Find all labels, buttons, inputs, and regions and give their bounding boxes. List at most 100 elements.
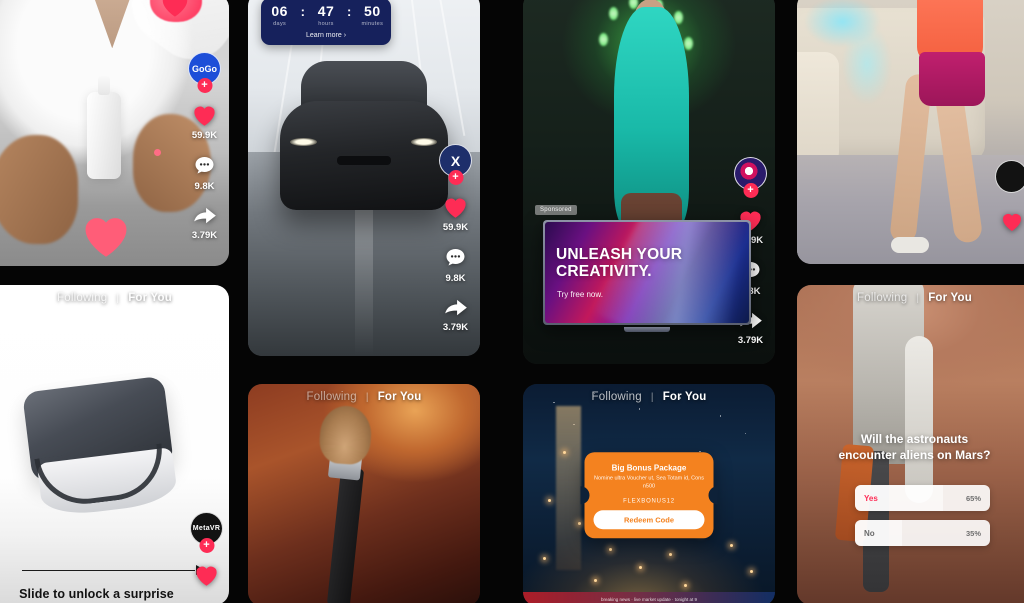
engagement-rail: GoGo + 59.9K 9.8K 3.79K bbox=[188, 52, 221, 254]
tab-for-you[interactable]: For You bbox=[663, 391, 707, 403]
slide-line bbox=[22, 570, 195, 572]
engagement-rail bbox=[995, 160, 1024, 245]
avatar-with-follow[interactable] bbox=[995, 160, 1024, 193]
like-count: 59.9K bbox=[442, 222, 469, 233]
tv-ad-banner[interactable]: UNLEASH YOUR CREATIVITY. Try free now. bbox=[543, 220, 751, 332]
countdown-days: 06 days bbox=[266, 4, 294, 27]
share-button[interactable]: 3.79K bbox=[192, 205, 218, 241]
like-count: 59.9K bbox=[191, 130, 218, 141]
avatar-with-follow[interactable]: X + bbox=[439, 144, 472, 185]
follow-button[interactable]: + bbox=[199, 538, 214, 553]
feed-tabs: Following | For You bbox=[797, 292, 1024, 304]
follow-button[interactable]: + bbox=[743, 183, 758, 198]
bonus-code: FLEXBONUS12 bbox=[623, 497, 675, 504]
video-card-car-countdown[interactable]: 06 days : 47 hours : 50 minutes Learn mo… bbox=[248, 0, 480, 356]
poll-option-no-percent: 35% bbox=[965, 528, 981, 538]
tv-screen: UNLEASH YOUR CREATIVITY. Try free now. bbox=[545, 222, 749, 323]
heart-icon[interactable] bbox=[1000, 210, 1024, 232]
video-card-mars-poll[interactable]: Following | For You Will the astronauts … bbox=[797, 285, 1024, 603]
comment-icon[interactable] bbox=[192, 154, 217, 178]
feed-tab-separator: | bbox=[650, 391, 654, 403]
countdown-days-value: 06 bbox=[271, 3, 288, 19]
comment-button[interactable]: 9.8K bbox=[443, 246, 468, 284]
countdown-banner[interactable]: 06 days : 47 hours : 50 minutes Learn mo… bbox=[261, 0, 391, 45]
tab-following[interactable]: Following bbox=[857, 292, 907, 304]
tab-following[interactable]: Following bbox=[307, 391, 357, 403]
bonus-voucher-card[interactable]: Big Bonus Package Nomine ultra Voucher u… bbox=[584, 452, 714, 538]
share-button[interactable]: 3.79K bbox=[443, 297, 469, 333]
feed-tabs: Following | For You bbox=[248, 391, 480, 403]
avatar-with-follow[interactable]: + bbox=[734, 157, 767, 198]
learn-more-link[interactable]: Learn more › bbox=[267, 32, 385, 39]
news-ticker: breaking news · live market update · ton… bbox=[523, 592, 775, 603]
poll-option-no[interactable]: No 35% bbox=[855, 520, 990, 546]
poll-question-line2: encounter aliens on Mars? bbox=[838, 448, 991, 463]
poll-fill-no bbox=[855, 520, 903, 546]
heart-icon[interactable] bbox=[193, 562, 220, 587]
poll-option-yes-percent: 65% bbox=[965, 493, 981, 503]
comment-count: 9.8K bbox=[194, 181, 215, 192]
feed-grid: GoGo + 59.9K 9.8K 3.79K 06 days: 47 hou… bbox=[0, 0, 1024, 603]
tv-stand bbox=[624, 327, 670, 332]
share-count: 3.79K bbox=[191, 230, 218, 241]
engagement-rail: MetaVR + bbox=[190, 512, 223, 600]
video-card-makeup-brush[interactable]: Following | For You bbox=[248, 384, 480, 603]
avatar[interactable] bbox=[995, 160, 1024, 193]
tab-for-you[interactable]: For You bbox=[928, 292, 972, 304]
comment-icon[interactable] bbox=[443, 246, 468, 270]
tab-for-you[interactable]: For You bbox=[378, 391, 422, 403]
video-thumbnail bbox=[797, 0, 1024, 264]
countdown-colon: : bbox=[347, 4, 352, 19]
video-card-tshirt-bottle[interactable]: GoGo + 59.9K 9.8K 3.79K bbox=[0, 0, 229, 266]
poll-options: Yes 65% No 35% bbox=[855, 485, 990, 555]
share-arrow-icon[interactable] bbox=[443, 297, 469, 319]
ad-headline-line2: CREATIVITY. bbox=[556, 263, 652, 281]
heart-icon[interactable] bbox=[442, 194, 469, 219]
heart-icon[interactable] bbox=[191, 102, 218, 127]
feed-tab-separator: | bbox=[116, 292, 120, 304]
video-card-concert-tv-ad[interactable]: Sponsored UNLEASH YOUR CREATIVITY. Try f… bbox=[523, 0, 775, 364]
follow-button[interactable]: + bbox=[448, 170, 463, 185]
countdown-minutes: 50 minutes bbox=[358, 4, 386, 27]
share-count: 3.79K bbox=[442, 322, 469, 333]
feed-tabs: Following | For You bbox=[0, 292, 229, 304]
poll-question: Will the astronauts encounter aliens on … bbox=[811, 431, 1018, 463]
poll-option-no-label: No bbox=[864, 528, 875, 538]
slide-track[interactable] bbox=[22, 565, 205, 575]
avatar-with-follow[interactable]: MetaVR + bbox=[190, 512, 223, 553]
countdown-days-label: days bbox=[273, 21, 287, 27]
video-card-living-room-dance[interactable] bbox=[797, 0, 1024, 264]
feed-tab-separator: | bbox=[365, 391, 369, 403]
bonus-title: Big Bonus Package bbox=[611, 463, 687, 473]
like-button[interactable] bbox=[1000, 210, 1024, 232]
countdown-hours-value: 47 bbox=[317, 3, 335, 19]
poll-option-yes[interactable]: Yes 65% bbox=[855, 485, 990, 511]
comment-count: 9.8K bbox=[445, 273, 466, 284]
countdown-colon: : bbox=[300, 4, 305, 19]
ad-headline-line1: UNLEASH YOUR bbox=[556, 246, 683, 263]
redeem-code-button[interactable]: Redeem Code bbox=[593, 509, 705, 529]
poll-question-line1: Will the astronauts bbox=[860, 432, 969, 446]
feed-tab-separator: | bbox=[916, 292, 920, 304]
tab-following[interactable]: Following bbox=[57, 292, 107, 304]
poll-option-yes-label: Yes bbox=[864, 493, 878, 503]
countdown-row: 06 days : 47 hours : 50 minutes bbox=[267, 4, 385, 27]
like-button[interactable]: 59.9K bbox=[191, 102, 218, 141]
share-arrow-icon[interactable] bbox=[192, 205, 218, 227]
video-card-city-bonus[interactable]: Following | For You Big Bonus Package No… bbox=[523, 384, 775, 603]
countdown-minutes-value: 50 bbox=[364, 3, 381, 19]
share-count: 3.79K bbox=[737, 335, 764, 346]
comment-button[interactable]: 9.8K bbox=[192, 154, 217, 192]
video-card-vr-slide-unlock[interactable]: Following | For You Slide to unlock a su… bbox=[0, 285, 229, 603]
tab-for-you[interactable]: For You bbox=[128, 292, 172, 304]
ad-subtext: Try free now. bbox=[557, 290, 603, 299]
bonus-subtitle: Nomine ultra Voucher ut, Sea Totam id, C… bbox=[594, 475, 704, 490]
avatar-with-follow[interactable]: GoGo + bbox=[188, 52, 221, 93]
follow-button[interactable]: + bbox=[197, 78, 212, 93]
like-button[interactable]: 59.9K bbox=[442, 194, 469, 233]
countdown-hours: 47 hours bbox=[312, 4, 340, 27]
tab-following[interactable]: Following bbox=[592, 391, 642, 403]
like-button[interactable] bbox=[193, 562, 220, 587]
engagement-rail: X + 59.9K 9.8K 3.79K bbox=[439, 144, 472, 346]
countdown-minutes-label: minutes bbox=[361, 21, 384, 27]
